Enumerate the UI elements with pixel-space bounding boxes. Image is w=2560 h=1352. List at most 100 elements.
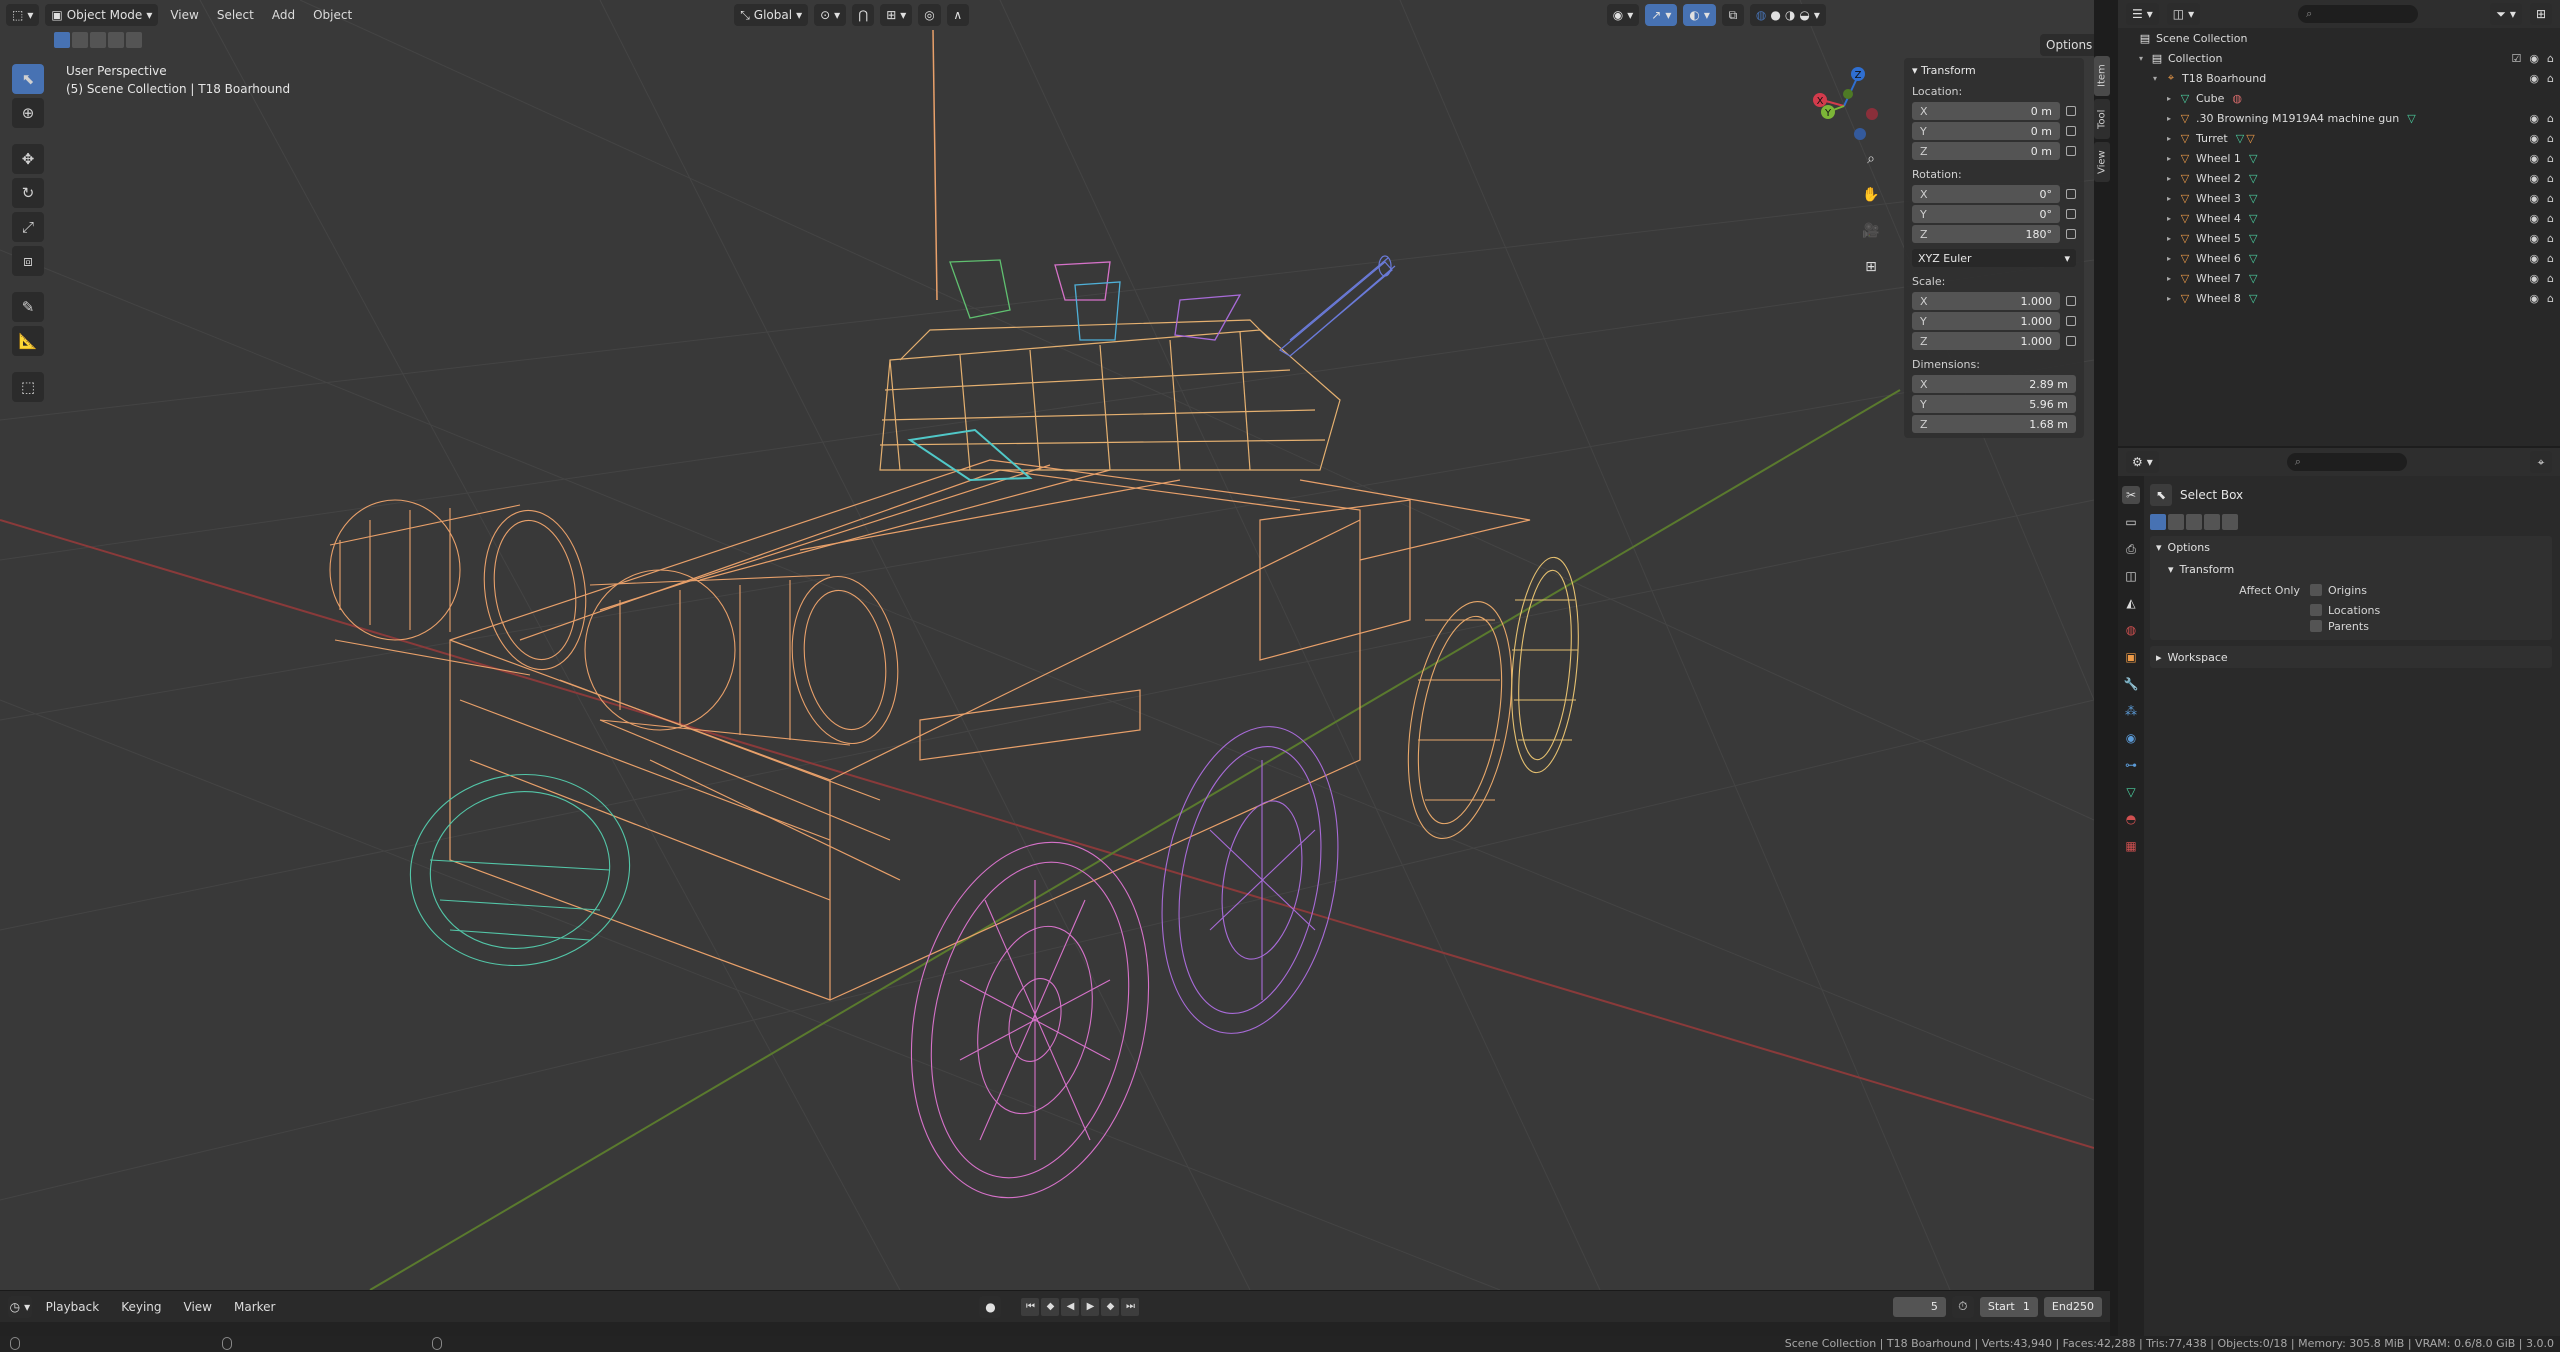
solid-shading-icon[interactable]: ● bbox=[1770, 8, 1780, 22]
options-dropdown[interactable]: Options▾ bbox=[2040, 34, 2094, 56]
rendered-shading-icon[interactable]: ◒ bbox=[1799, 8, 1809, 22]
tree-row-wheel-8[interactable]: ▸ ▽ Wheel 8 ▽ ◉ ⌂ bbox=[2118, 288, 2560, 308]
tree-row-scene-collection[interactable]: ▤ Scene Collection bbox=[2118, 28, 2560, 48]
measure-tool[interactable]: 📐 bbox=[12, 326, 44, 356]
snap-target-dropdown[interactable]: ⊞ ▾ bbox=[880, 4, 913, 26]
select-new-icon[interactable] bbox=[2150, 514, 2166, 530]
pin-button[interactable]: ⌖ bbox=[2530, 451, 2552, 473]
overlay-toggle[interactable]: ◐ ▾ bbox=[1683, 4, 1716, 26]
transform-panel-header[interactable]: ▾ Transform bbox=[1912, 64, 2076, 77]
mode-dropdown[interactable]: ▣ Object Mode ▾ bbox=[45, 4, 159, 26]
visibility-dropdown[interactable]: ◉ ▾ bbox=[1606, 4, 1640, 26]
menu-marker[interactable]: Marker bbox=[226, 1300, 283, 1314]
rotation-y-field[interactable]: Y 0° bbox=[1912, 205, 2060, 223]
lock-icon[interactable] bbox=[2066, 336, 2076, 346]
end-frame-field[interactable]: End 250 bbox=[2043, 1296, 2102, 1317]
chevron-down-icon[interactable]: ▾ bbox=[1814, 8, 1820, 22]
start-frame-field[interactable]: Start 1 bbox=[1979, 1296, 2038, 1317]
menu-add[interactable]: Add bbox=[266, 8, 301, 22]
locations-checkbox[interactable] bbox=[2310, 604, 2322, 616]
select-extend-icon[interactable] bbox=[2168, 514, 2184, 530]
lock-icon[interactable] bbox=[2066, 106, 2076, 116]
select-invert-icon[interactable] bbox=[2204, 514, 2220, 530]
parents-checkbox[interactable] bbox=[2310, 620, 2322, 632]
workspace-panel-header[interactable]: ▸ Workspace bbox=[2150, 646, 2552, 668]
editor-type-button[interactable]: ⬚ ▾ bbox=[6, 4, 40, 26]
xray-toggle[interactable]: ⧉ bbox=[1721, 4, 1744, 26]
selection-mode-buttons[interactable] bbox=[54, 32, 142, 48]
object-tab-icon[interactable]: ▣ bbox=[2122, 648, 2140, 666]
constraints-tab-icon[interactable]: ⊶ bbox=[2122, 756, 2140, 774]
select-intersect-icon[interactable] bbox=[126, 32, 142, 48]
current-frame-field[interactable]: 5 bbox=[1893, 1296, 1946, 1317]
tree-row-wheel-3[interactable]: ▸ ▽ Wheel 3 ▽ ◉ ⌂ bbox=[2118, 188, 2560, 208]
pivot-dropdown[interactable]: ⊙ ▾ bbox=[814, 4, 847, 26]
menu-playback[interactable]: Playback bbox=[38, 1300, 108, 1314]
select-mode-buttons[interactable] bbox=[2150, 514, 2552, 530]
outliner-editor-type[interactable]: ☰ ▾ bbox=[2126, 3, 2159, 25]
dimensions-y-field[interactable]: Y 5.96 m bbox=[1912, 395, 2076, 413]
tree-row-wheel-1[interactable]: ▸ ▽ Wheel 1 ▽ ◉ ⌂ bbox=[2118, 148, 2560, 168]
display-mode-dropdown[interactable]: ◫ ▾ bbox=[2166, 3, 2201, 25]
rotate-tool[interactable]: ↻ bbox=[12, 178, 44, 208]
transform-tool[interactable]: ⧈ bbox=[12, 246, 44, 276]
next-keyframe-icon[interactable]: ◆ bbox=[1101, 1297, 1120, 1316]
data-tab-icon[interactable]: ▽ bbox=[2122, 783, 2140, 801]
scale-z-field[interactable]: Z 1.000 bbox=[1912, 332, 2060, 350]
tree-row-wheel-5[interactable]: ▸ ▽ Wheel 5 ▽ ◉ ⌂ bbox=[2118, 228, 2560, 248]
filter-dropdown[interactable]: ⏷ ▾ bbox=[2490, 3, 2522, 25]
preview-range-toggle[interactable]: ⏱ bbox=[1951, 1295, 1974, 1318]
new-collection-button[interactable]: ⊞ bbox=[2529, 3, 2552, 25]
location-z-field[interactable]: Z0 m bbox=[1912, 142, 2060, 160]
tab-item[interactable]: Item bbox=[2094, 56, 2110, 96]
scene-canvas[interactable] bbox=[0, 0, 2094, 1290]
navigation-gizmo[interactable]: Z X Y bbox=[1808, 62, 1888, 146]
texture-tab-icon[interactable]: ▦ bbox=[2122, 837, 2140, 855]
lock-icon[interactable] bbox=[2066, 209, 2076, 219]
location-y-field[interactable]: Y0 m bbox=[1912, 122, 2060, 140]
menu-view[interactable]: View bbox=[164, 8, 204, 22]
output-tab-icon[interactable]: ⎙ bbox=[2122, 540, 2140, 558]
tree-row-wheel-4[interactable]: ▸ ▽ Wheel 4 ▽ ◉ ⌂ bbox=[2118, 208, 2560, 228]
lock-icon[interactable] bbox=[2066, 189, 2076, 199]
scale-x-field[interactable]: X 1.000 bbox=[1912, 292, 2060, 310]
play-icon[interactable]: ▶ bbox=[1081, 1297, 1100, 1316]
properties-search-input[interactable]: ⌕ bbox=[2286, 453, 2407, 471]
outliner-search-input[interactable]: ⌕ bbox=[2298, 5, 2419, 23]
3d-viewport[interactable]: ⬚ ▾ ▣ Object Mode ▾ View Select Add Object … bbox=[0, 0, 2094, 1290]
tree-row-turret[interactable]: ▸ ▽ Turret ▽ ▽ ◉ ⌂ bbox=[2118, 128, 2560, 148]
camera-view-button[interactable]: 🎥 bbox=[1858, 218, 1884, 244]
move-tool[interactable]: ✥ bbox=[12, 144, 44, 174]
modifier-tab-icon[interactable]: 🔧 bbox=[2122, 675, 2140, 693]
cursor-tool[interactable]: ⊕ bbox=[12, 98, 44, 128]
jump-end-icon[interactable]: ⏭ bbox=[1121, 1297, 1140, 1316]
menu-keying[interactable]: Keying bbox=[113, 1300, 169, 1314]
physics-tab-icon[interactable]: ◉ bbox=[2122, 729, 2140, 747]
play-reverse-icon[interactable]: ◀ bbox=[1061, 1297, 1080, 1316]
ortho-toggle-button[interactable]: ⊞ bbox=[1858, 254, 1884, 280]
properties-editor-type[interactable]: ⚙ ▾ bbox=[2126, 451, 2159, 473]
particles-tab-icon[interactable]: ⁂ bbox=[2122, 702, 2140, 720]
lock-icon[interactable] bbox=[2066, 146, 2076, 156]
pan-button[interactable]: ✋ bbox=[1858, 182, 1884, 208]
tree-row-cube[interactable]: ▸ ▽ Cube ◍ bbox=[2118, 88, 2560, 108]
scene-tab-icon[interactable]: ◭ bbox=[2122, 594, 2140, 612]
lock-icon[interactable] bbox=[2066, 126, 2076, 136]
snap-toggle[interactable]: ⋂ bbox=[852, 4, 875, 26]
zoom-button[interactable]: ⌕ bbox=[1858, 146, 1884, 172]
autokey-toggle[interactable]: ● bbox=[979, 1295, 1002, 1318]
timeline-scrub-area[interactable] bbox=[0, 1322, 2110, 1336]
tree-row-wheel-6[interactable]: ▸ ▽ Wheel 6 ▽ ◉ ⌂ bbox=[2118, 248, 2560, 268]
falloff-dropdown[interactable]: ∧ bbox=[946, 4, 969, 26]
menu-select[interactable]: Select bbox=[211, 8, 260, 22]
tree-row-wheel-7[interactable]: ▸ ▽ Wheel 7 ▽ ◉ ⌂ bbox=[2118, 268, 2560, 288]
menu-object[interactable]: Object bbox=[307, 8, 358, 22]
add-cube-tool[interactable]: ⬚ bbox=[12, 372, 44, 402]
options-panel-header[interactable]: ▾ Options bbox=[2150, 536, 2552, 558]
shading-mode-group[interactable]: ◍ ● ◑ ◒ ▾ bbox=[1749, 4, 1826, 26]
tree-row-t18-boarhound[interactable]: ▾ ⌖ T18 Boarhound ◉ ⌂ bbox=[2118, 68, 2560, 88]
location-x-field[interactable]: X0 m bbox=[1912, 102, 2060, 120]
dimensions-z-field[interactable]: Z 1.68 m bbox=[1912, 415, 2076, 433]
material-tab-icon[interactable]: ◓ bbox=[2122, 810, 2140, 828]
orientation-dropdown[interactable]: ⤡ Global ▾ bbox=[734, 4, 809, 26]
